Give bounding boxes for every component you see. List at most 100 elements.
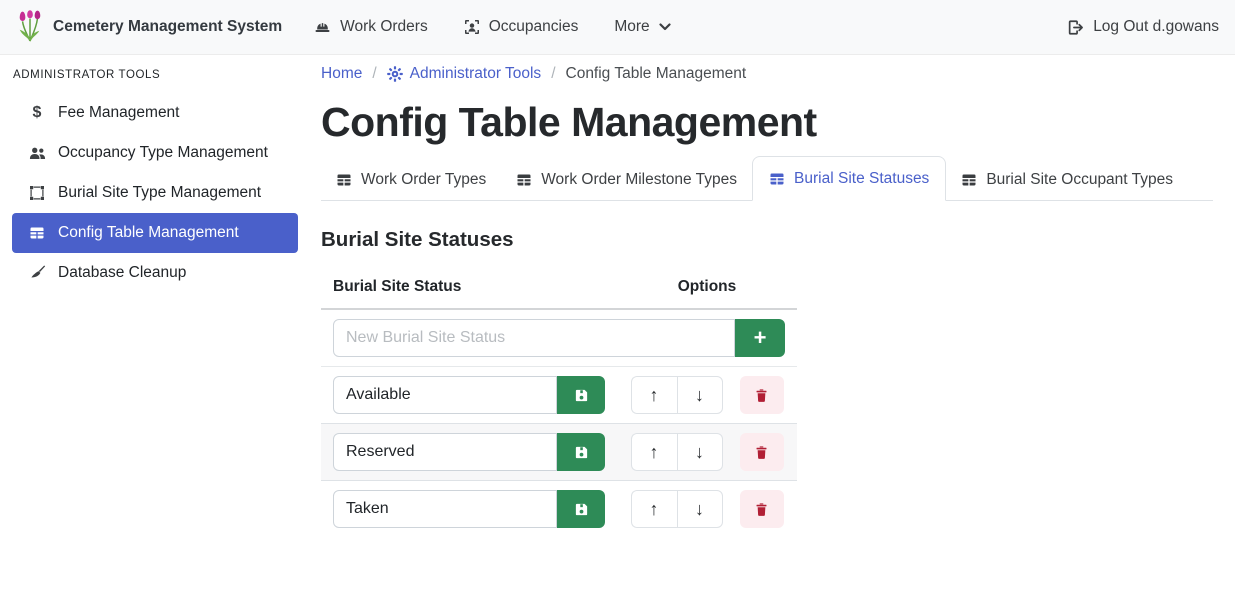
save-button[interactable] (557, 376, 605, 414)
sidebar-item-occupancy-type-management[interactable]: Occupancy Type Management (12, 133, 298, 173)
logout-label: Log Out d.gowans (1093, 18, 1219, 36)
people-icon (28, 145, 46, 162)
arrow-up-icon: ↑ (650, 500, 659, 518)
table-icon (28, 225, 46, 241)
breadcrumb-home-label: Home (321, 65, 362, 83)
sidebar-item-label: Fee Management (58, 104, 180, 122)
sidebar: ADMINISTRATOR TOOLS $ Fee Management Occ… (0, 55, 310, 591)
status-name-input[interactable] (333, 490, 557, 528)
main-content: Home / Administ (310, 55, 1235, 591)
save-button[interactable] (557, 490, 605, 528)
table-row: ↑ ↓ (321, 424, 797, 481)
delete-button[interactable] (740, 433, 784, 471)
delete-button[interactable] (740, 376, 784, 414)
primary-nav: Work Orders Occupancies More (314, 18, 671, 36)
arrow-down-icon: ↓ (695, 443, 704, 461)
breadcrumb-home-link[interactable]: Home (321, 65, 362, 83)
sidebar-item-label: Config Table Management (58, 224, 239, 242)
nav-work-orders-label: Work Orders (340, 18, 428, 36)
save-icon (574, 445, 589, 460)
tab-label: Burial Site Occupant Types (986, 171, 1173, 189)
nav-occupancies-label: Occupancies (489, 18, 579, 36)
breadcrumb-admin-tools-label: Administrator Tools (410, 65, 542, 83)
add-status-button[interactable]: + (735, 319, 785, 357)
tab-label: Work Order Milestone Types (541, 171, 737, 189)
breadcrumb-separator: / (372, 65, 376, 83)
sidebar-section-label: ADMINISTRATOR TOOLS (12, 69, 298, 81)
arrow-down-icon: ↓ (695, 500, 704, 518)
sidebar-item-label: Database Cleanup (58, 264, 186, 282)
app-brand[interactable]: Cemetery Management System (16, 9, 282, 45)
move-up-button[interactable]: ↑ (631, 433, 677, 471)
trash-icon (754, 445, 769, 460)
new-status-input[interactable] (333, 319, 735, 357)
bounding-box-icon (28, 185, 46, 201)
section-heading: Burial Site Statuses (321, 228, 1213, 252)
chevron-down-icon (659, 23, 671, 31)
table-row: ↑ ↓ (321, 481, 797, 538)
move-down-button[interactable]: ↓ (677, 376, 723, 414)
table-icon (961, 172, 977, 188)
nav-more[interactable]: More (614, 18, 670, 36)
hard-hat-icon (314, 19, 331, 36)
move-down-button[interactable]: ↓ (677, 433, 723, 471)
logout-icon (1067, 19, 1084, 36)
sidebar-item-label: Occupancy Type Management (58, 144, 268, 162)
tab-work-order-types[interactable]: Work Order Types (321, 163, 501, 200)
status-name-input[interactable] (333, 376, 557, 414)
move-up-button[interactable]: ↑ (631, 376, 677, 414)
nav-more-label: More (614, 18, 649, 36)
tab-work-order-milestone-types[interactable]: Work Order Milestone Types (501, 163, 752, 200)
reorder-button-group: ↑ ↓ (631, 376, 723, 414)
trash-icon (754, 388, 769, 403)
trash-icon (754, 502, 769, 517)
top-navbar: Cemetery Management System Work Orders (0, 0, 1235, 55)
sidebar-item-burial-site-type-management[interactable]: Burial Site Type Management (12, 173, 298, 213)
column-header-options: Options (617, 268, 797, 309)
save-button[interactable] (557, 433, 605, 471)
breadcrumb-separator: / (551, 65, 555, 83)
arrow-up-icon: ↑ (650, 443, 659, 461)
page-title: Config Table Management (321, 99, 1213, 146)
tab-label: Work Order Types (361, 171, 486, 189)
plus-icon: + (754, 325, 767, 351)
breadcrumb-current: Config Table Management (566, 65, 747, 83)
nav-occupancies[interactable]: Occupancies (464, 18, 579, 36)
table-icon (769, 171, 785, 187)
column-header-status: Burial Site Status (321, 268, 617, 309)
reorder-button-group: ↑ ↓ (631, 490, 723, 528)
save-icon (574, 388, 589, 403)
status-name-input[interactable] (333, 433, 557, 471)
logout-button[interactable]: Log Out d.gowans (1067, 18, 1219, 36)
sidebar-item-fee-management[interactable]: $ Fee Management (12, 93, 298, 133)
tab-burial-site-occupant-types[interactable]: Burial Site Occupant Types (946, 163, 1188, 200)
table-icon (336, 172, 352, 188)
dollar-icon: $ (28, 104, 46, 122)
move-down-button[interactable]: ↓ (677, 490, 723, 528)
arrow-up-icon: ↑ (650, 386, 659, 404)
move-up-button[interactable]: ↑ (631, 490, 677, 528)
nav-work-orders[interactable]: Work Orders (314, 18, 428, 36)
new-status-row: + (321, 309, 797, 367)
table-icon (516, 172, 532, 188)
breadcrumb: Home / Administ (321, 65, 1213, 83)
tulip-logo-icon (16, 9, 44, 45)
config-tabs: Work Order Types Work Order Milestone Ty… (321, 156, 1213, 201)
delete-button[interactable] (740, 490, 784, 528)
table-row: ↑ ↓ (321, 367, 797, 424)
gear-icon (387, 66, 403, 82)
sidebar-item-label: Burial Site Type Management (58, 184, 261, 202)
breadcrumb-admin-tools-link[interactable]: Administrator Tools (387, 65, 542, 83)
sidebar-item-database-cleanup[interactable]: Database Cleanup (12, 253, 298, 293)
tab-label: Burial Site Statuses (794, 170, 929, 188)
save-icon (574, 502, 589, 517)
table-header-row: Burial Site Status Options (321, 268, 797, 309)
broom-icon (28, 265, 46, 282)
sidebar-item-config-table-management[interactable]: Config Table Management (12, 213, 298, 253)
person-bounding-box-icon (464, 19, 480, 35)
tab-burial-site-statuses[interactable]: Burial Site Statuses (752, 156, 946, 201)
burial-site-status-table: Burial Site Status Options + (321, 268, 797, 537)
app-title: Cemetery Management System (53, 18, 282, 36)
reorder-button-group: ↑ ↓ (631, 433, 723, 471)
arrow-down-icon: ↓ (695, 386, 704, 404)
